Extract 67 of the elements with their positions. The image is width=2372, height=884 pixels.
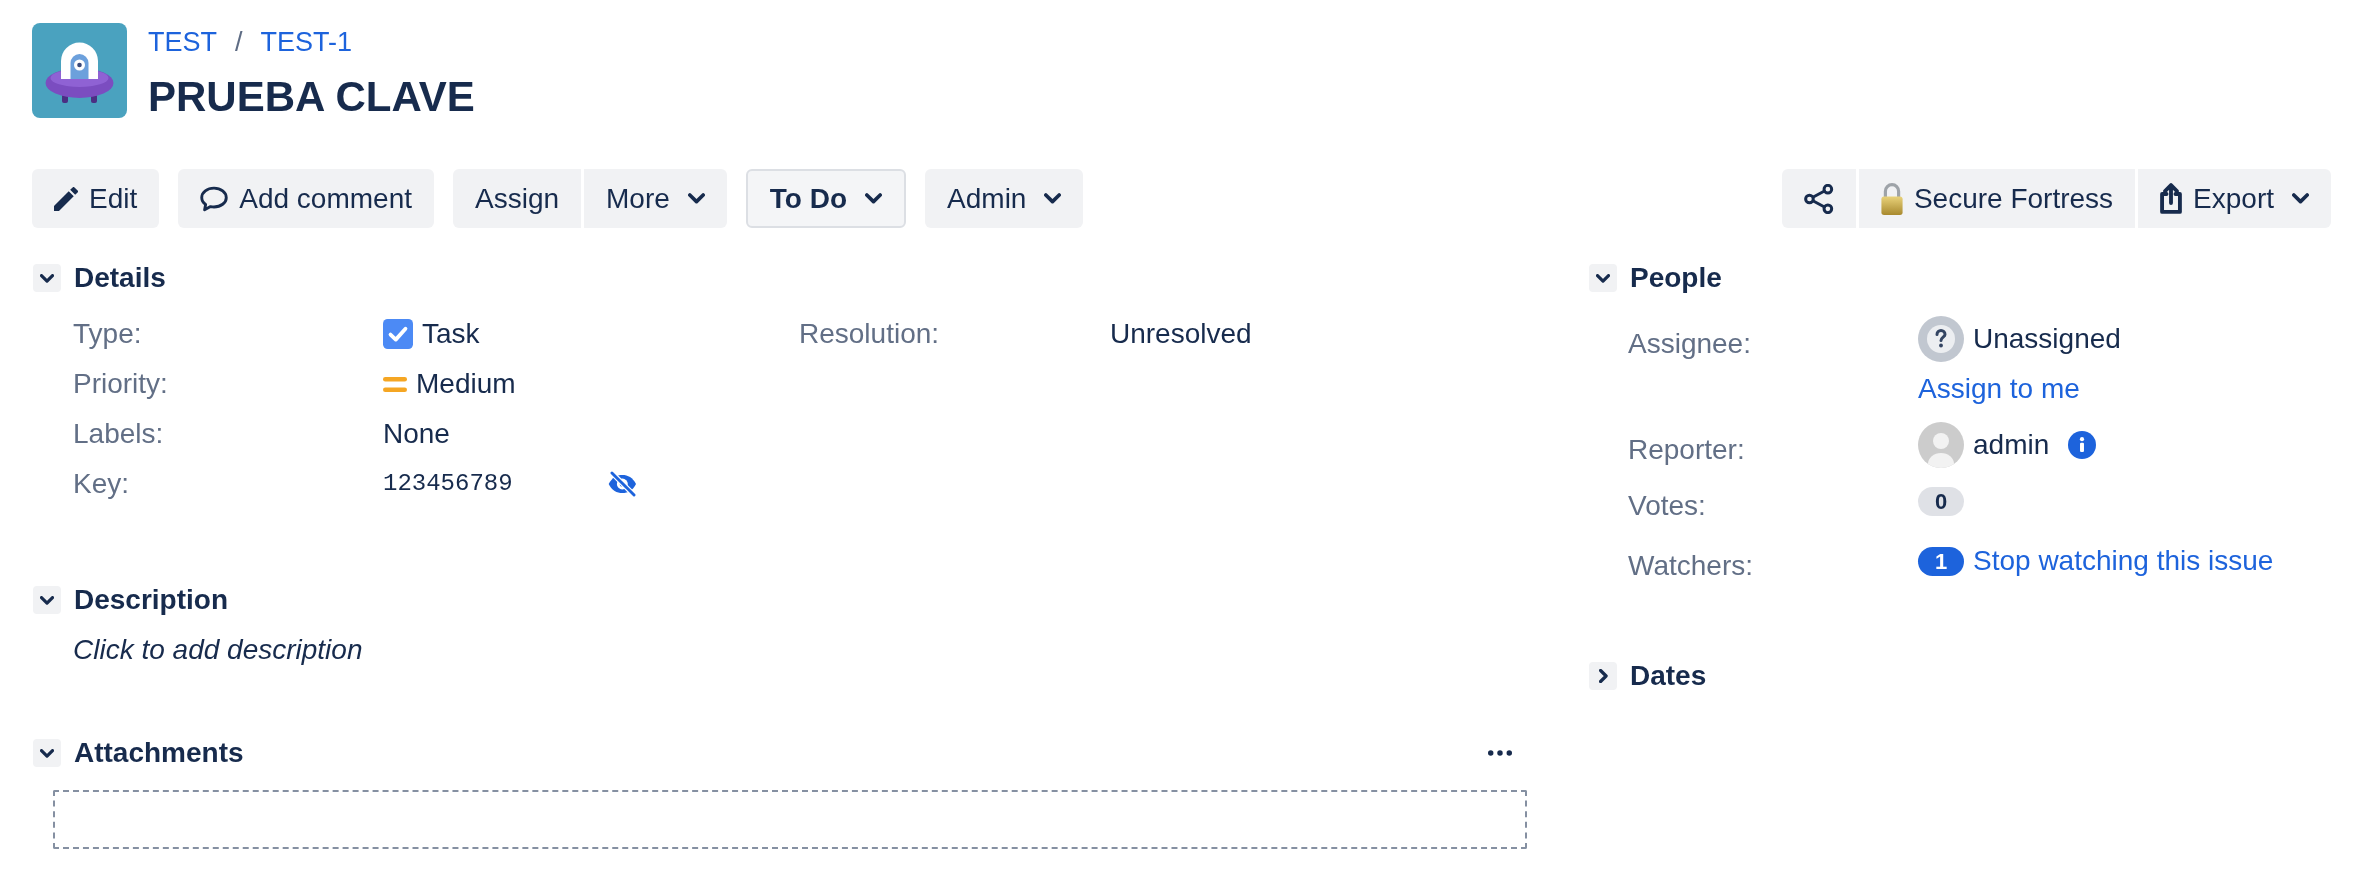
admin-menu-button[interactable]: Admin xyxy=(925,169,1084,228)
comment-icon xyxy=(200,185,229,212)
field-label: Resolution: xyxy=(799,317,941,351)
field-value: Task xyxy=(422,317,480,351)
task-check-icon xyxy=(383,319,413,349)
assignee-value: Unassigned xyxy=(1973,322,2121,356)
key-value: 123456789 xyxy=(383,469,513,499)
collapse-toggle[interactable] xyxy=(33,264,61,292)
more-menu-button[interactable]: More xyxy=(584,169,727,228)
field-label: Reporter: xyxy=(1628,433,1746,467)
field-value: None xyxy=(383,417,450,451)
field-label: Key: xyxy=(73,467,131,501)
chevron-down-icon xyxy=(1596,273,1610,283)
drop-zone[interactable] xyxy=(53,790,1527,849)
status-button[interactable]: To Do xyxy=(745,169,907,228)
breadcrumb-link[interactable]: TEST-1 xyxy=(260,24,353,60)
watch-toggle-link[interactable]: Stop watching this issue xyxy=(1973,541,2274,581)
caret-icon xyxy=(2292,193,2309,204)
section-title: Details xyxy=(74,261,166,295)
chevron-down-icon xyxy=(40,595,54,605)
chevron-down-icon xyxy=(40,748,54,758)
field-label: Votes: xyxy=(1628,489,1707,523)
section-title: Attachments xyxy=(74,736,244,770)
export-button[interactable]: Export xyxy=(2138,169,2331,228)
chevron-right-icon xyxy=(1598,669,1608,683)
field-label: Type: xyxy=(73,317,143,351)
security-level-button[interactable]: Secure Fortress xyxy=(1858,169,2136,228)
edit-button[interactable]: Edit xyxy=(32,169,160,228)
collapse-toggle[interactable] xyxy=(33,739,61,767)
export-icon xyxy=(2160,183,2183,214)
share-button[interactable] xyxy=(1781,169,1856,228)
pencil-icon xyxy=(54,186,78,211)
issue-title: PRUEBA CLAVE xyxy=(148,72,475,122)
chevron-down-icon xyxy=(40,273,54,283)
collapse-toggle[interactable] xyxy=(1589,264,1617,292)
caret-icon xyxy=(687,193,705,204)
unknown-user-avatar-icon xyxy=(1918,316,1964,362)
count-badge: 0 xyxy=(1918,486,1964,516)
eye-slash-icon[interactable] xyxy=(607,471,638,497)
section-title: People xyxy=(1630,261,1722,295)
description-prompt[interactable]: Click to add description xyxy=(73,630,363,670)
info-icon[interactable] xyxy=(2068,431,2097,459)
caret-icon xyxy=(865,193,883,204)
field-value: Unresolved xyxy=(1110,317,1252,351)
assign-button[interactable]: Assign xyxy=(453,169,582,228)
section-title: Description xyxy=(74,583,229,617)
more-icon[interactable] xyxy=(1488,750,1512,756)
add-comment-button[interactable]: Add comment xyxy=(178,169,434,228)
field-label: Priority: xyxy=(73,367,169,401)
share-icon xyxy=(1803,183,1834,214)
expand-toggle[interactable] xyxy=(1589,662,1617,690)
field-label: Watchers: xyxy=(1628,549,1754,583)
count-badge: 1 xyxy=(1918,546,1964,576)
collapse-toggle[interactable] xyxy=(33,586,61,614)
breadcrumb-link[interactable]: TEST xyxy=(148,24,217,60)
assign-to-me-link[interactable]: Assign to me xyxy=(1918,369,2080,409)
field-label: Assignee: xyxy=(1628,327,1752,361)
field-label: Labels: xyxy=(73,417,165,451)
priority-bars-icon xyxy=(383,376,407,392)
caret-icon xyxy=(1044,193,1062,204)
user-avatar-icon xyxy=(1918,422,1964,468)
field-value: Medium xyxy=(416,367,516,401)
user-name: admin xyxy=(1973,428,2050,462)
padlock-icon xyxy=(1880,182,1903,215)
project-avatar-icon xyxy=(32,23,127,118)
breadcrumb-separator: / xyxy=(235,26,243,59)
section-title: Dates xyxy=(1630,659,1707,693)
